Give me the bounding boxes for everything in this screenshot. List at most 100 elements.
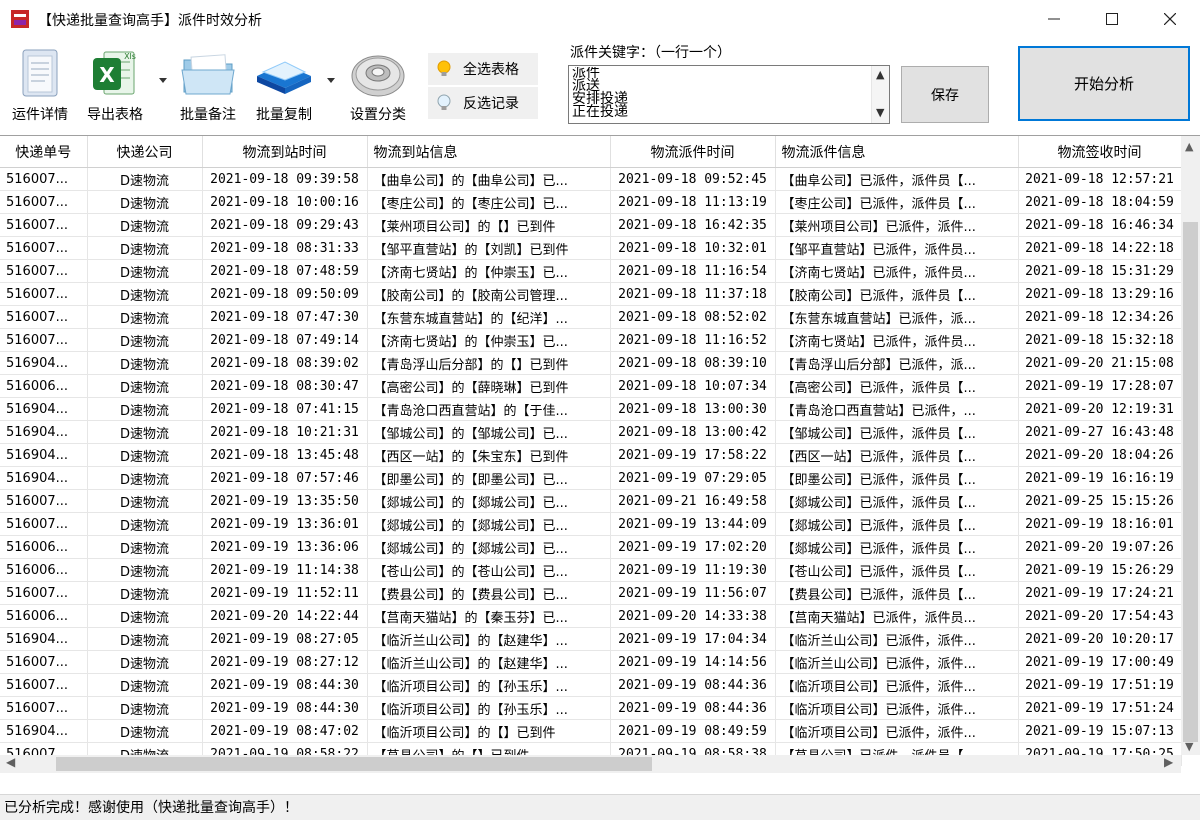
cell-arrival-time[interactable]: 2021-09-20 14:22:44 bbox=[202, 604, 368, 628]
scroll-down-icon[interactable]: ▼ bbox=[876, 106, 884, 119]
cell-dispatch-time[interactable]: 2021-09-18 11:16:52 bbox=[610, 328, 776, 352]
cell-signed-time[interactable]: 2021-09-18 12:34:26 bbox=[1018, 305, 1182, 329]
cell-dispatch-info[interactable]: 【临沂项目公司】已派件，派件... bbox=[775, 696, 1019, 720]
cell-arrival-time[interactable]: 2021-09-18 08:31:33 bbox=[202, 236, 368, 260]
cell-dispatch-time[interactable]: 2021-09-19 17:02:20 bbox=[610, 535, 776, 559]
cell-signed-time[interactable]: 2021-09-18 12:57:21 bbox=[1018, 167, 1182, 191]
cell-arrival-time[interactable]: 2021-09-19 08:47:02 bbox=[202, 719, 368, 743]
table-row[interactable]: 516007... D速物流 2021-09-18 09:39:58 【曲阜公司】的【… bbox=[0, 167, 1182, 191]
close-button[interactable] bbox=[1141, 0, 1199, 38]
cell-arrival-time[interactable]: 2021-09-19 08:44:30 bbox=[202, 696, 368, 720]
cell-tracking-no[interactable]: 516007... bbox=[0, 489, 88, 513]
cell-dispatch-time[interactable]: 2021-09-19 17:04:34 bbox=[610, 627, 776, 651]
cell-dispatch-info[interactable]: 【郯城公司】已派件，派件员【... bbox=[775, 512, 1019, 536]
cell-dispatch-time[interactable]: 2021-09-18 13:00:42 bbox=[610, 420, 776, 444]
cell-courier[interactable]: D速物流 bbox=[87, 604, 203, 628]
cell-courier[interactable]: D速物流 bbox=[87, 719, 203, 743]
cell-dispatch-info[interactable]: 【临沂兰山公司】已派件，派件... bbox=[775, 650, 1019, 674]
horizontal-scrollbar[interactable]: ◀ ▶ bbox=[0, 755, 1181, 773]
cell-dispatch-time[interactable]: 2021-09-19 11:19:30 bbox=[610, 558, 776, 582]
table-row[interactable]: 516904... D速物流 2021-09-18 07:41:15 【青岛沧口西直营… bbox=[0, 397, 1182, 421]
cell-dispatch-time[interactable]: 2021-09-18 10:07:34 bbox=[610, 374, 776, 398]
cell-signed-time[interactable]: 2021-09-20 12:19:31 bbox=[1018, 397, 1182, 421]
table-row[interactable]: 516006... D速物流 2021-09-20 14:22:44 【莒南天猫站】的… bbox=[0, 604, 1182, 628]
table-row[interactable]: 516904... D速物流 2021-09-18 07:57:46 【即墨公司】的【… bbox=[0, 466, 1182, 490]
cell-tracking-no[interactable]: 516904... bbox=[0, 466, 88, 490]
cell-arrival-time[interactable]: 2021-09-18 13:45:48 bbox=[202, 443, 368, 467]
cell-dispatch-info[interactable]: 【费县公司】已派件，派件员【... bbox=[775, 581, 1019, 605]
cell-arrival-info[interactable]: 【邹平直营站】的【刘凯】已到件 bbox=[367, 236, 611, 260]
cell-arrival-info[interactable]: 【枣庄公司】的【枣庄公司】已... bbox=[367, 190, 611, 214]
cell-courier[interactable]: D速物流 bbox=[87, 443, 203, 467]
cell-signed-time[interactable]: 2021-09-18 18:04:59 bbox=[1018, 190, 1182, 214]
table-row[interactable]: 516007... D速物流 2021-09-18 08:31:33 【邹平直营站】的… bbox=[0, 236, 1182, 260]
cell-tracking-no[interactable]: 516007... bbox=[0, 259, 88, 283]
column-header-arrival-info[interactable]: 物流到站信息 bbox=[367, 136, 611, 168]
cell-courier[interactable]: D速物流 bbox=[87, 466, 203, 490]
cell-arrival-info[interactable]: 【莱州项目公司】的【】已到件 bbox=[367, 213, 611, 237]
cell-arrival-info[interactable]: 【即墨公司】的【即墨公司】已... bbox=[367, 466, 611, 490]
keyword-scrollbar[interactable]: ▲ ▼ bbox=[871, 66, 889, 123]
cell-tracking-no[interactable]: 516007... bbox=[0, 581, 88, 605]
table-row[interactable]: 516904... D速物流 2021-09-18 13:45:48 【西区一站】的【… bbox=[0, 443, 1182, 467]
column-header-signed-time[interactable]: 物流签收时间 bbox=[1018, 136, 1182, 168]
horizontal-scroll-thumb[interactable] bbox=[56, 757, 652, 771]
cell-signed-time[interactable]: 2021-09-19 17:51:19 bbox=[1018, 673, 1182, 697]
table-row[interactable]: 516006... D速物流 2021-09-19 11:14:38 【苍山公司】的【… bbox=[0, 558, 1182, 582]
cell-dispatch-time[interactable]: 2021-09-18 13:00:30 bbox=[610, 397, 776, 421]
cell-arrival-time[interactable]: 2021-09-19 11:14:38 bbox=[202, 558, 368, 582]
cell-arrival-info[interactable]: 【苍山公司】的【苍山公司】已... bbox=[367, 558, 611, 582]
column-header-dispatch-time[interactable]: 物流派件时间 bbox=[610, 136, 776, 168]
cell-courier[interactable]: D速物流 bbox=[87, 397, 203, 421]
table-row[interactable]: 516006... D速物流 2021-09-18 08:30:47 【高密公司】的【… bbox=[0, 374, 1182, 398]
cell-arrival-time[interactable]: 2021-09-19 13:36:01 bbox=[202, 512, 368, 536]
cell-arrival-time[interactable]: 2021-09-19 08:27:05 bbox=[202, 627, 368, 651]
table-row[interactable]: 516007... D速物流 2021-09-18 10:00:16 【枣庄公司】的【… bbox=[0, 190, 1182, 214]
table-row[interactable]: 516006... D速物流 2021-09-19 13:36:06 【郯城公司】的【… bbox=[0, 535, 1182, 559]
cell-signed-time[interactable]: 2021-09-18 16:46:34 bbox=[1018, 213, 1182, 237]
cell-tracking-no[interactable]: 516007... bbox=[0, 282, 88, 306]
table-row[interactable]: 516007... D速物流 2021-09-19 08:44:30 【临沂项目公司】… bbox=[0, 696, 1182, 720]
cell-courier[interactable]: D速物流 bbox=[87, 190, 203, 214]
cell-courier[interactable]: D速物流 bbox=[87, 558, 203, 582]
cell-tracking-no[interactable]: 516904... bbox=[0, 397, 88, 421]
table-row[interactable]: 516904... D速物流 2021-09-18 10:21:31 【邹城公司】的【… bbox=[0, 420, 1182, 444]
category-settings-button[interactable]: 设置分类 bbox=[345, 46, 411, 124]
cell-dispatch-info[interactable]: 【邹平直营站】已派件，派件员... bbox=[775, 236, 1019, 260]
cell-signed-time[interactable]: 2021-09-20 21:15:08 bbox=[1018, 351, 1182, 375]
cell-arrival-time[interactable]: 2021-09-19 08:27:12 bbox=[202, 650, 368, 674]
cell-courier[interactable]: D速物流 bbox=[87, 581, 203, 605]
cell-arrival-info[interactable]: 【高密公司】的【薛晓琳】已到件 bbox=[367, 374, 611, 398]
cell-arrival-info[interactable]: 【青岛浮山后分部】的【】已到件 bbox=[367, 351, 611, 375]
cell-courier[interactable]: D速物流 bbox=[87, 673, 203, 697]
cell-arrival-info[interactable]: 【郯城公司】的【郯城公司】已... bbox=[367, 535, 611, 559]
cell-courier[interactable]: D速物流 bbox=[87, 535, 203, 559]
start-analysis-button[interactable]: 开始分析 bbox=[1018, 46, 1190, 121]
column-header-dispatch-info[interactable]: 物流派件信息 bbox=[775, 136, 1019, 168]
cell-signed-time[interactable]: 2021-09-25 15:15:26 bbox=[1018, 489, 1182, 513]
cell-dispatch-info[interactable]: 【临沂项目公司】已派件，派件... bbox=[775, 719, 1019, 743]
cell-tracking-no[interactable]: 516006... bbox=[0, 604, 88, 628]
table-row[interactable]: 516007... D速物流 2021-09-18 07:49:14 【济南七贤站】的… bbox=[0, 328, 1182, 352]
cell-arrival-time[interactable]: 2021-09-18 10:21:31 bbox=[202, 420, 368, 444]
invert-select-button[interactable]: 反选记录 bbox=[428, 87, 538, 119]
cell-signed-time[interactable]: 2021-09-19 15:26:29 bbox=[1018, 558, 1182, 582]
cell-tracking-no[interactable]: 516006... bbox=[0, 374, 88, 398]
cell-courier[interactable]: D速物流 bbox=[87, 213, 203, 237]
cell-dispatch-time[interactable]: 2021-09-18 11:37:18 bbox=[610, 282, 776, 306]
cell-tracking-no[interactable]: 516904... bbox=[0, 443, 88, 467]
cell-courier[interactable]: D速物流 bbox=[87, 512, 203, 536]
cell-signed-time[interactable]: 2021-09-20 17:54:43 bbox=[1018, 604, 1182, 628]
column-header-tracking-no[interactable]: 快递单号 bbox=[0, 136, 88, 168]
cell-courier[interactable]: D速物流 bbox=[87, 167, 203, 191]
cell-arrival-info[interactable]: 【西区一站】的【朱宝东】已到件 bbox=[367, 443, 611, 467]
cell-courier[interactable]: D速物流 bbox=[87, 236, 203, 260]
cell-arrival-info[interactable]: 【费县公司】的【费县公司】已... bbox=[367, 581, 611, 605]
cell-arrival-info[interactable]: 【青岛沧口西直营站】的【于佳... bbox=[367, 397, 611, 421]
cell-tracking-no[interactable]: 516007... bbox=[0, 696, 88, 720]
table-row[interactable]: 516007... D速物流 2021-09-19 08:44:30 【临沂项目公司】… bbox=[0, 673, 1182, 697]
select-all-button[interactable]: 全选表格 bbox=[428, 53, 538, 85]
table-row[interactable]: 516007... D速物流 2021-09-19 13:36:01 【郯城公司】的【… bbox=[0, 512, 1182, 536]
cell-dispatch-info[interactable]: 【青岛浮山后分部】已派件，派... bbox=[775, 351, 1019, 375]
cell-arrival-time[interactable]: 2021-09-18 09:39:58 bbox=[202, 167, 368, 191]
